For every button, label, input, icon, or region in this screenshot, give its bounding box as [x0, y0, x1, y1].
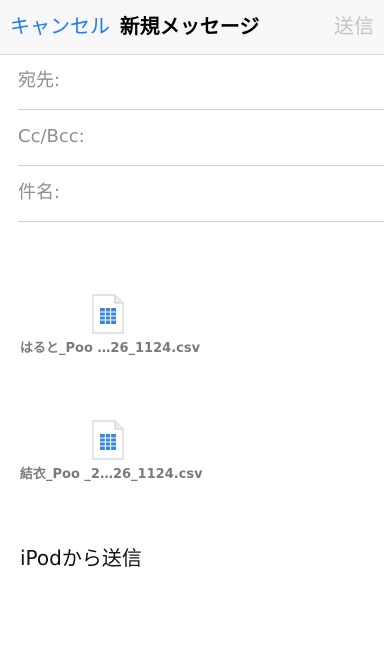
to-field[interactable]: 宛先: [18, 54, 384, 110]
attachment-item[interactable]: はると_Poo …26_1124.csv [0, 290, 240, 370]
page-title: 新規メッセージ [120, 14, 260, 38]
to-label: 宛先: [18, 70, 61, 91]
message-body-signature[interactable]: iPodから送信 [20, 544, 142, 572]
spreadsheet-file-icon [92, 294, 124, 334]
navigation-bar: キャンセル 新規メッセージ 送信 [0, 0, 384, 55]
subject-label: 件名: [18, 182, 61, 203]
new-message-screen: キャンセル 新規メッセージ 送信 宛先: Cc/Bcc: 件名: はると_Poo… [0, 0, 384, 658]
attachment-name: はると_Poo …26_1124.csv [20, 341, 201, 356]
cc-bcc-field[interactable]: Cc/Bcc: [18, 110, 384, 166]
cc-bcc-label: Cc/Bcc: [18, 126, 85, 147]
subject-field[interactable]: 件名: [18, 166, 384, 222]
spreadsheet-file-icon [92, 420, 124, 460]
attachment-item[interactable]: 結衣_Poo _2…26_1124.csv [0, 416, 240, 496]
send-button[interactable]: 送信 [334, 12, 374, 40]
attachment-name: 結衣_Poo _2…26_1124.csv [20, 467, 203, 482]
cancel-button[interactable]: キャンセル [10, 12, 110, 40]
